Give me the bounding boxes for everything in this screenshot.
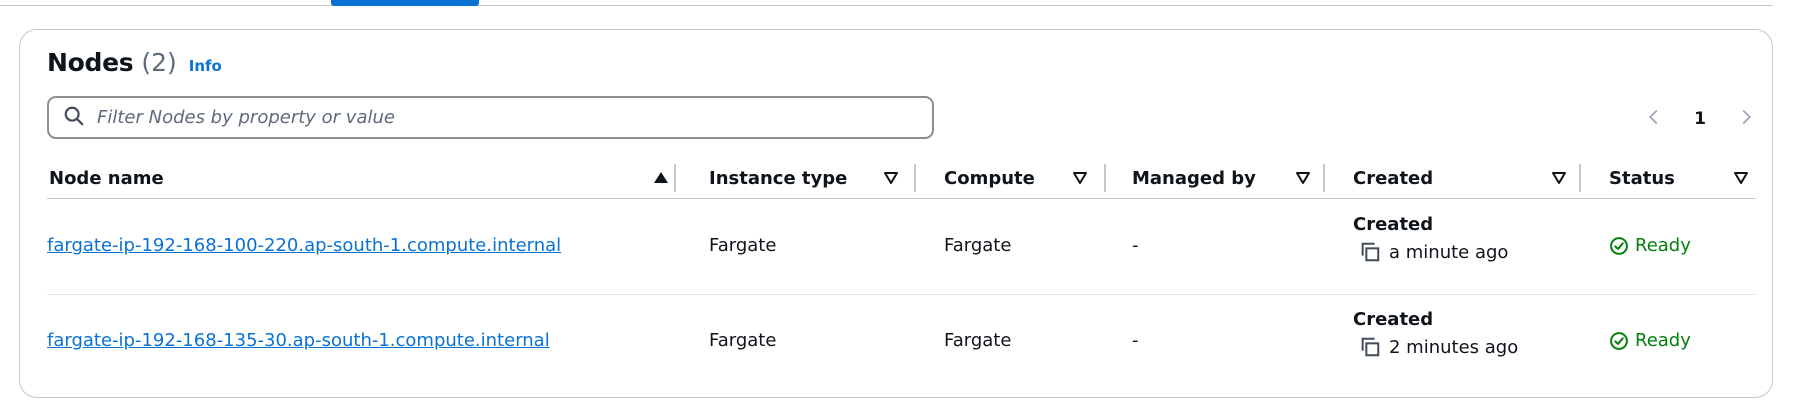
column-label: Instance type [709, 167, 848, 189]
sort-descending-outline-icon[interactable] [1733, 170, 1749, 186]
pagination: 1 [1645, 104, 1755, 134]
column-divider[interactable] [1104, 164, 1106, 192]
created-label: Created [1353, 309, 1434, 330]
created-time-text: a minute ago [1389, 241, 1509, 263]
created-time-text: 2 minutes ago [1389, 336, 1519, 358]
sort-ascending-icon[interactable] [653, 170, 669, 186]
column-label: Node name [49, 167, 164, 189]
column-label: Compute [944, 167, 1035, 189]
created-cell: Created 2 minutes ago [1353, 309, 1518, 358]
chevron-right-icon[interactable] [1737, 108, 1755, 130]
search-input[interactable] [95, 106, 915, 129]
column-header-managed-by[interactable]: Managed by [1132, 161, 1312, 195]
sort-descending-outline-icon[interactable] [1551, 170, 1567, 186]
panel-title: Nodes [47, 48, 134, 77]
column-label: Status [1609, 167, 1675, 189]
created-label: Created [1353, 214, 1434, 235]
instance-type-cell: Fargate [709, 330, 777, 351]
nodes-panel: Nodes (2) Info 1 Node name [19, 29, 1773, 398]
row-divider [47, 294, 1756, 295]
created-time: 2 minutes ago [1359, 336, 1518, 358]
info-link[interactable]: Info [189, 57, 222, 75]
search-icon [63, 105, 85, 131]
column-header-status[interactable]: Status [1609, 161, 1754, 195]
tab-strip [0, 0, 1773, 6]
column-label: Created [1353, 167, 1434, 189]
active-tab-indicator [331, 0, 479, 6]
created-cell: Created a minute ago [1353, 214, 1508, 263]
panel-count: (2) [141, 48, 177, 77]
compute-cell: Fargate [944, 235, 1012, 256]
column-divider[interactable] [674, 164, 676, 192]
compute-cell: Fargate [944, 330, 1012, 351]
column-header-instance-type[interactable]: Instance type [709, 161, 909, 195]
chevron-left-icon[interactable] [1645, 108, 1663, 130]
status-cell: Ready [1609, 330, 1691, 351]
panel-header: Nodes (2) Info [47, 48, 222, 77]
header-divider [47, 198, 1756, 199]
sort-descending-outline-icon[interactable] [1072, 170, 1088, 186]
node-name-link[interactable]: fargate-ip-192-168-100-220.ap-south-1.co… [47, 235, 561, 256]
status-success-icon [1610, 236, 1628, 255]
column-header-compute[interactable]: Compute [944, 161, 1094, 195]
page-number[interactable]: 1 [1694, 109, 1706, 129]
instance-type-cell: Fargate [709, 235, 777, 256]
filter-search-box[interactable] [47, 96, 934, 139]
managed-by-cell: - [1132, 235, 1139, 256]
copy-icon[interactable] [1359, 336, 1381, 358]
column-divider[interactable] [1323, 164, 1325, 192]
column-header-node-name[interactable]: Node name [49, 161, 669, 195]
column-divider[interactable] [1579, 164, 1581, 192]
copy-icon[interactable] [1359, 241, 1381, 263]
status-text: Ready [1635, 235, 1691, 256]
status-cell: Ready [1609, 235, 1691, 256]
sort-descending-outline-icon[interactable] [883, 170, 899, 186]
node-name-link[interactable]: fargate-ip-192-168-135-30.ap-south-1.com… [47, 330, 550, 351]
managed-by-cell: - [1132, 330, 1139, 351]
column-label: Managed by [1132, 167, 1256, 189]
column-divider[interactable] [914, 164, 916, 192]
sort-descending-outline-icon[interactable] [1295, 170, 1311, 186]
status-text: Ready [1635, 330, 1691, 351]
status-success-icon [1610, 331, 1628, 350]
created-time: a minute ago [1359, 241, 1508, 263]
column-header-created[interactable]: Created [1353, 161, 1568, 195]
